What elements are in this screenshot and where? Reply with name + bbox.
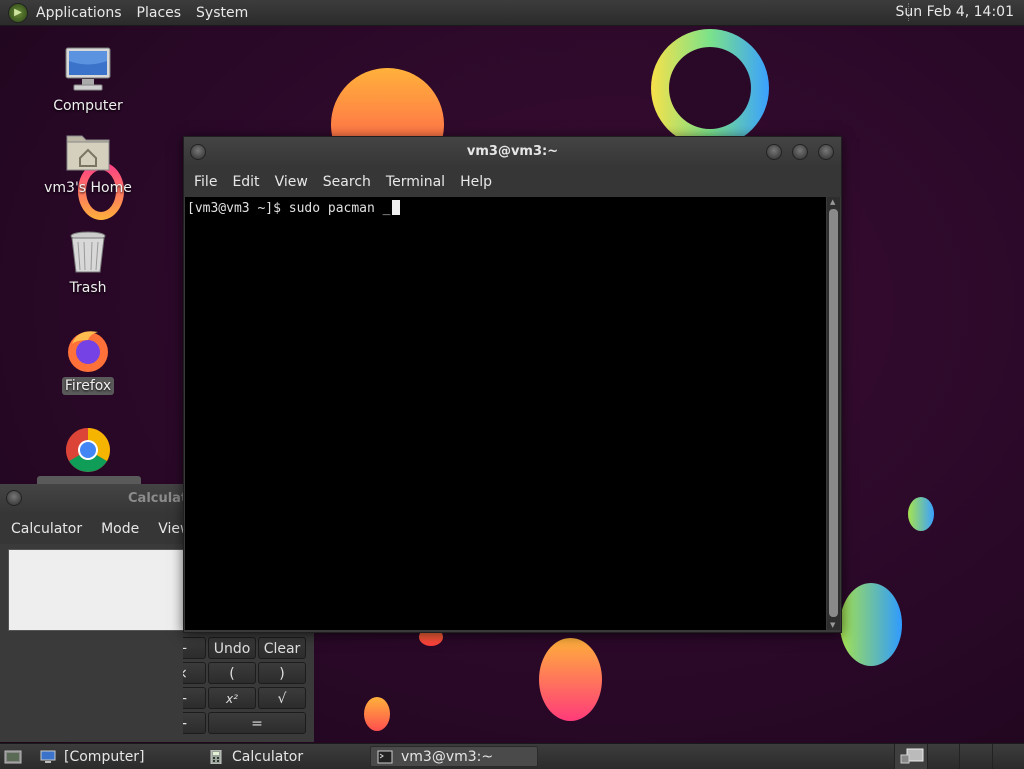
task-label: Calculator [232, 749, 303, 765]
terminal-prompt-line: [vm3@vm3 ~]$ sudo pacman _ [187, 201, 391, 216]
decor-ring [651, 29, 769, 147]
show-desktop-icon [4, 749, 22, 765]
show-desktop-button[interactable] [0, 746, 26, 767]
calculator-titlebar[interactable]: Calculator [0, 484, 183, 514]
key-equals[interactable]: = [208, 712, 306, 734]
scrollbar-thumb[interactable] [829, 209, 838, 617]
desktop-icon-firefox[interactable]: Firefox [38, 326, 138, 394]
chrome-label-partial [37, 476, 141, 484]
decor-blue-small [908, 497, 934, 531]
desktop-icon-label: Trash [67, 279, 110, 297]
text-cursor [392, 200, 400, 215]
calc-menu-mode[interactable]: Mode [101, 521, 139, 537]
workspace-windows-icon [899, 747, 925, 765]
desktop-icon-home[interactable]: vm3's Home [38, 128, 138, 196]
bottom-panel: [Computer] Calculator vm3@vm3:~ [0, 743, 1024, 769]
firefox-icon [64, 326, 112, 374]
calculator-menubar: Calculator Mode View [0, 514, 183, 544]
minimize-button[interactable] [766, 144, 782, 160]
terminal-titlebar[interactable]: vm3@vm3:~ [184, 137, 841, 167]
maximize-button[interactable] [792, 144, 808, 160]
terminal-scrollbar[interactable]: ▲ ▼ [827, 197, 840, 630]
calculator-display[interactable] [8, 549, 183, 631]
calculator-icon [208, 750, 224, 764]
trash-icon [64, 228, 112, 276]
menu-terminal[interactable]: Terminal [386, 174, 445, 190]
terminal-output[interactable]: [vm3@vm3 ~]$ sudo pacman _ [185, 197, 826, 630]
key-sqrt[interactable]: √ [258, 687, 306, 709]
decor-orange-large [539, 638, 602, 721]
task-computer[interactable]: [Computer] [34, 746, 194, 767]
workspace-4[interactable] [992, 744, 1024, 769]
task-calculator[interactable]: Calculator [202, 746, 362, 767]
menu-help[interactable]: Help [460, 174, 492, 190]
calculator-window: Calculator Calculator Mode View [0, 484, 183, 742]
desktop-icon-computer[interactable]: Computer [38, 46, 138, 114]
key-undo[interactable]: Undo [208, 637, 256, 659]
key-clear[interactable]: Clear [258, 637, 306, 659]
home-folder-icon [64, 128, 112, 176]
distro-logo-icon[interactable]: ▶ [8, 3, 28, 23]
workspace-2[interactable] [927, 744, 960, 769]
terminal-icon [377, 750, 393, 764]
top-panel: ▶ Applications Places System Sun Feb 4, … [0, 0, 1024, 26]
workspace-1[interactable] [894, 744, 927, 769]
key-open-paren[interactable]: ( [208, 662, 256, 684]
chrome-icon [64, 426, 112, 474]
menu-search[interactable]: Search [323, 174, 371, 190]
workspace-switcher [894, 744, 1024, 769]
desktop-icon-trash[interactable]: Trash [38, 228, 138, 296]
terminal-menubar: File Edit View Search Terminal Help [184, 167, 841, 197]
decor-orange-small [364, 697, 390, 731]
scroll-up-arrow-icon[interactable]: ▲ [830, 198, 835, 206]
desktop-icon-label: Firefox [62, 377, 114, 395]
menu-edit[interactable]: Edit [232, 174, 259, 190]
desktop-icon-label: Computer [50, 97, 126, 115]
terminal-title: vm3@vm3:~ [184, 144, 841, 159]
close-button[interactable] [818, 144, 834, 160]
clock[interactable]: Sun Feb 4, 14:01 [896, 4, 1014, 20]
task-label: vm3@vm3:~ [401, 749, 493, 765]
desktop-icon-label: vm3's Home [41, 179, 135, 197]
calculator-title: Calculator [128, 491, 183, 506]
menu-file[interactable]: File [194, 174, 217, 190]
task-label: [Computer] [64, 749, 145, 765]
desktop-icon-chrome[interactable] [38, 426, 138, 478]
key-square[interactable]: x² [208, 687, 256, 709]
computer-icon [64, 46, 112, 94]
decor-blue-large [840, 583, 902, 666]
calc-menu-view[interactable]: View [158, 521, 183, 537]
menu-system[interactable]: System [196, 5, 248, 21]
scroll-down-arrow-icon[interactable]: ▼ [830, 621, 835, 629]
menu-places[interactable]: Places [137, 5, 182, 21]
computer-icon [40, 750, 56, 764]
window-menu-button[interactable] [6, 490, 22, 506]
terminal-window: vm3@vm3:~ File Edit View Search Terminal… [183, 136, 842, 633]
menu-applications[interactable]: Applications [36, 5, 122, 21]
menu-view[interactable]: View [275, 174, 308, 190]
task-terminal[interactable]: vm3@vm3:~ [370, 746, 538, 767]
workspace-3[interactable] [959, 744, 992, 769]
calc-menu-calculator[interactable]: Calculator [11, 521, 82, 537]
key-close-paren[interactable]: ) [258, 662, 306, 684]
